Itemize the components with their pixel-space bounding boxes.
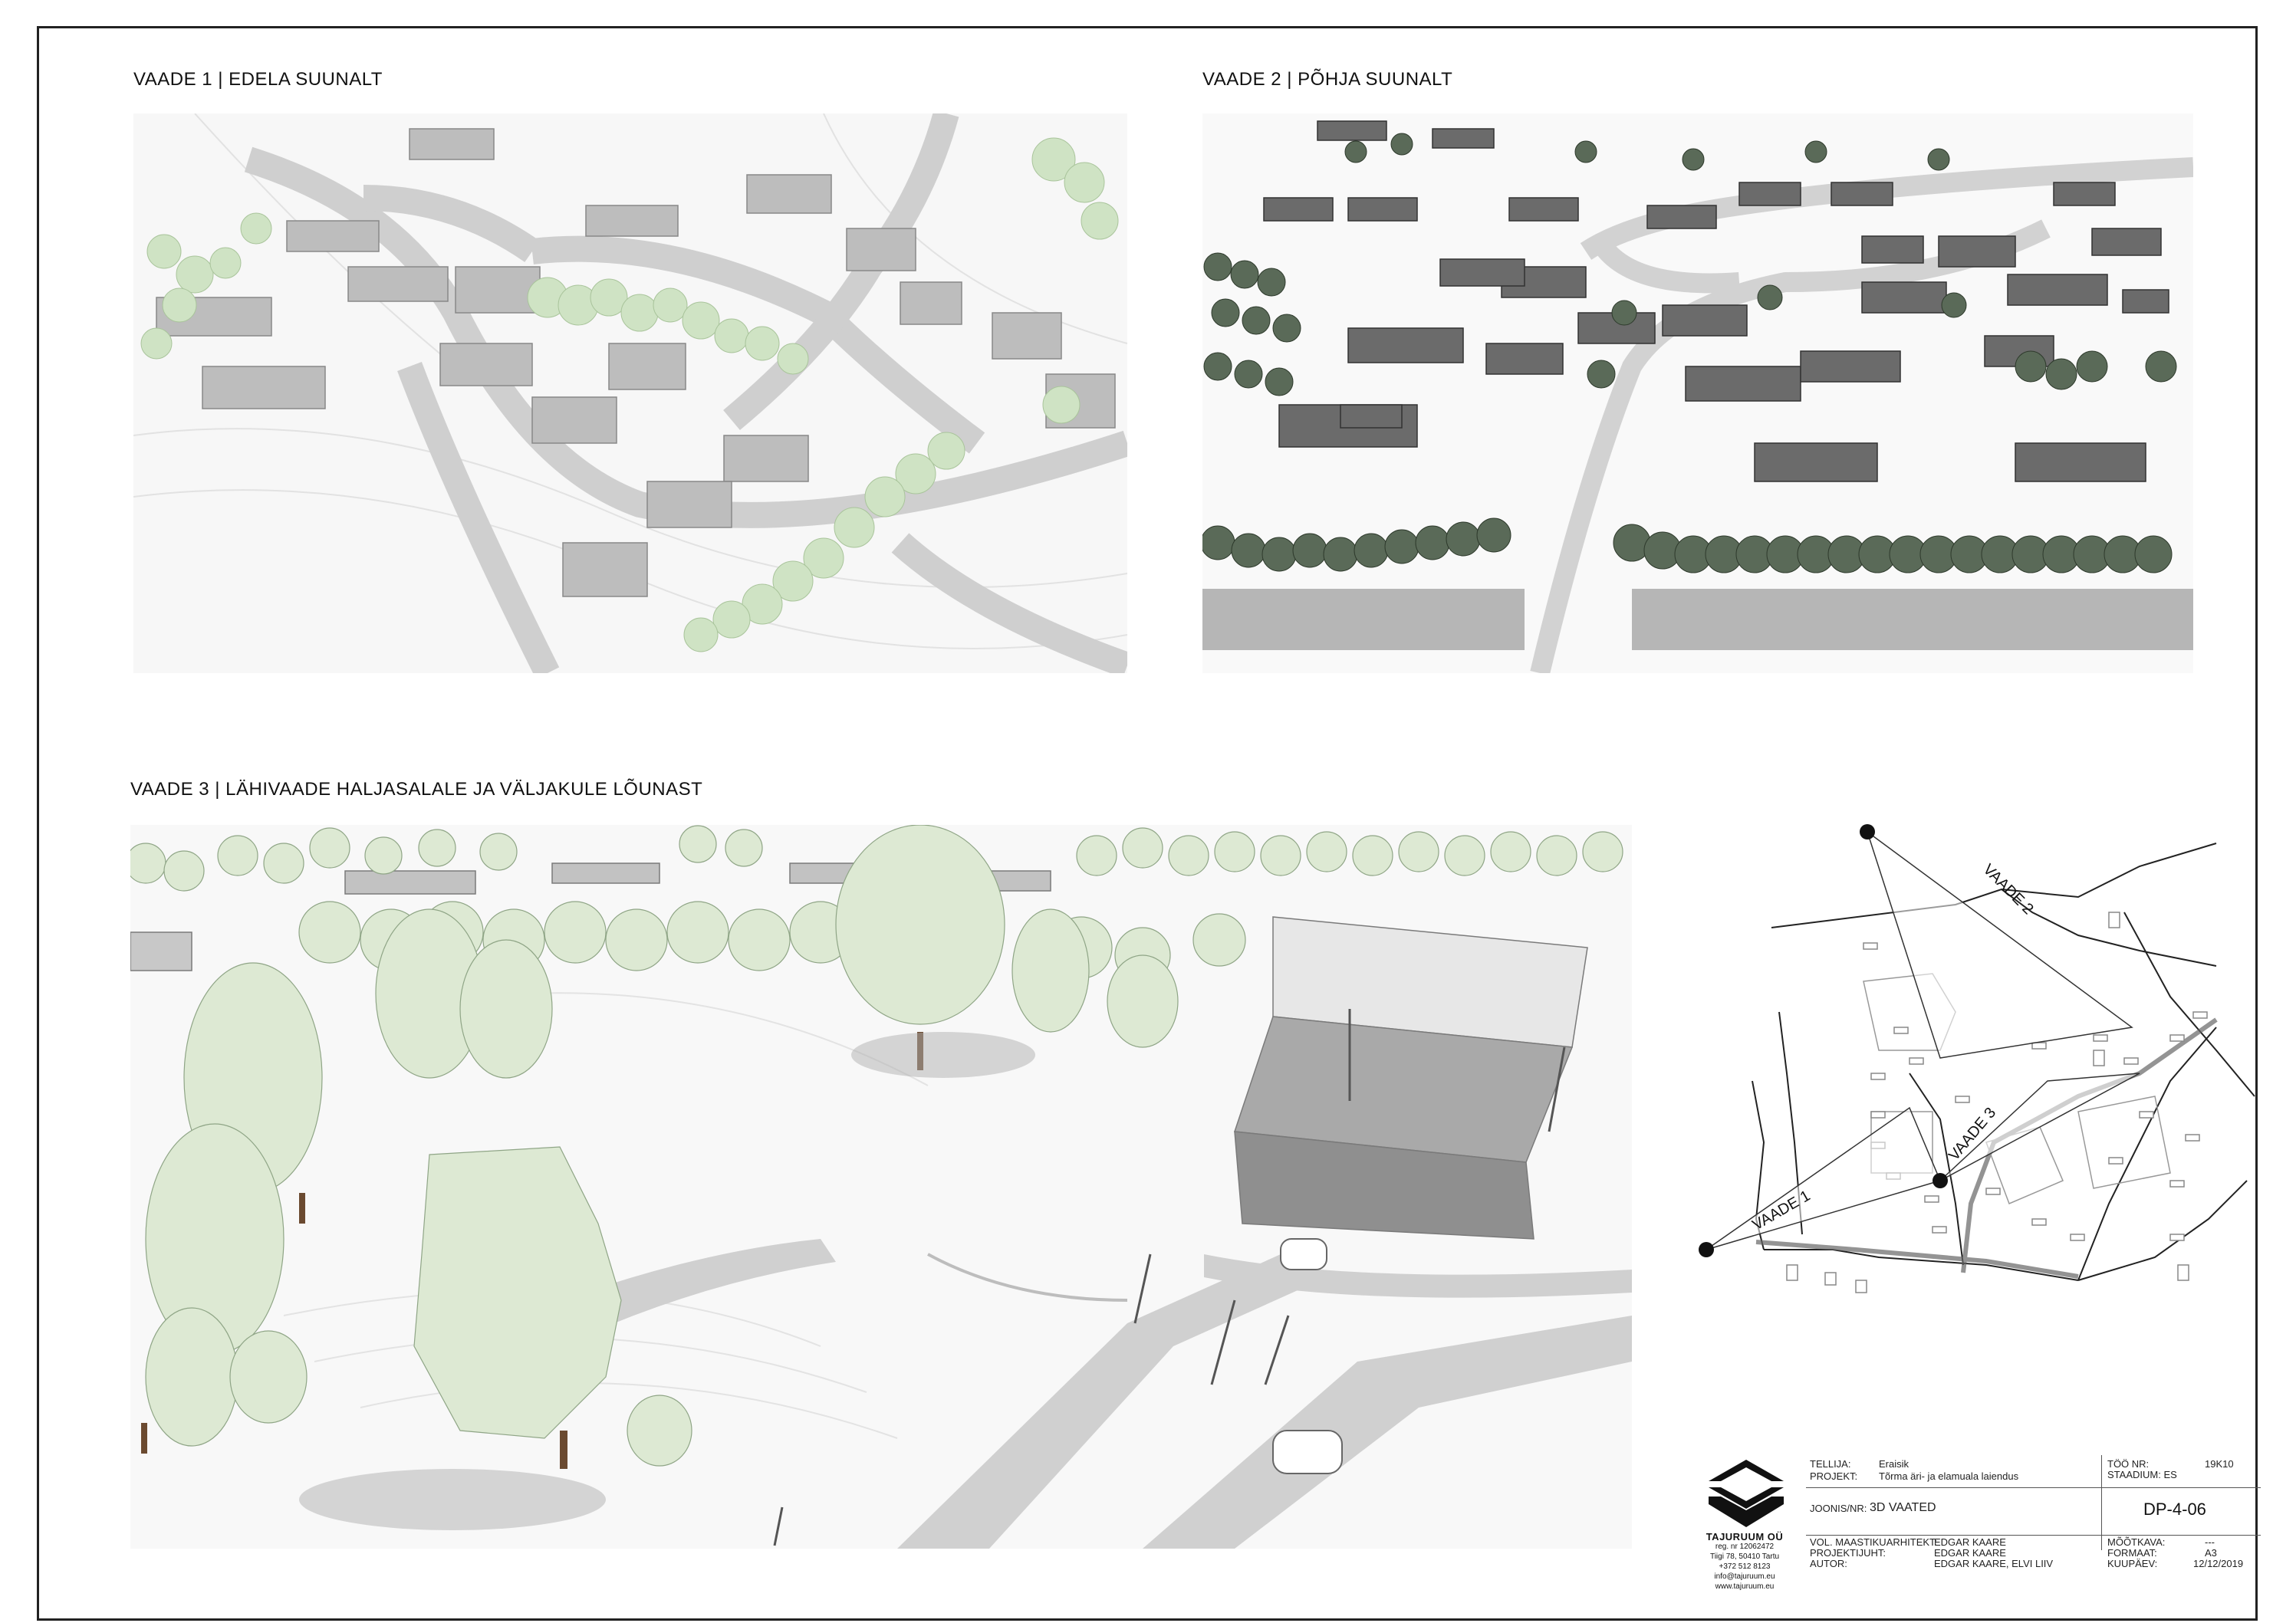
view-2-render — [1202, 113, 2193, 673]
joonis-value: 3D VAATED — [1870, 1501, 1936, 1514]
key-map: VAADE 1 VAADE 2 VAADE 3 — [1679, 820, 2262, 1319]
title-block: TELLIJA: Eraisik PROJEKT: Tõrma äri- ja … — [1702, 1455, 2261, 1569]
kuupaev-value: 12/12/2019 — [2193, 1558, 2244, 1569]
company-address: Tiigi 78, 50410 Tartu — [1709, 1552, 1780, 1561]
autor-value: EDGAR KAARE, ELVI LIIV — [1934, 1558, 2054, 1569]
joonis-label: JOONIS/NR: — [1810, 1503, 1867, 1514]
company-web: www.tajuruum.eu — [1715, 1582, 1775, 1591]
view-1-title: VAADE 1 | EDELA SUUNALT — [133, 69, 383, 90]
formaat-label: FORMAAT: — [2107, 1547, 2157, 1559]
tellija-value: Eraisik — [1879, 1458, 1909, 1470]
projektijuht-label: PROJEKTIJUHT: — [1810, 1547, 1886, 1559]
vol-maastikuarhitekt-value: EDGAR KAARE — [1934, 1536, 2006, 1548]
vol-maastikuarhitekt-label: VOL. MAASTIKUARHITEKT: — [1810, 1536, 1938, 1548]
projekt-label: PROJEKT: — [1810, 1470, 1858, 1482]
view-2-title: VAADE 2 | PÕHJA SUUNALT — [1202, 69, 1453, 90]
company-email: info@tajuruum.eu — [1714, 1572, 1775, 1581]
staadium-value: ES — [2163, 1469, 2177, 1480]
staadium-label: STAADIUM: — [2107, 1469, 2161, 1480]
mootkava-value: --- — [2205, 1536, 2215, 1548]
tellija-label: TELLIJA: — [1810, 1458, 1851, 1470]
drawing-number: DP-4-06 — [2143, 1500, 2206, 1519]
view-3-title: VAADE 3 | LÄHIVAADE HALJASALALE JA VÄLJA… — [130, 779, 703, 800]
projekt-value: Tõrma äri- ja elamuala laiendus — [1879, 1470, 2019, 1482]
autor-label: AUTOR: — [1810, 1558, 1847, 1569]
company-phone: +372 512 8123 — [1719, 1562, 1771, 1571]
keymap-label-vaade-2: VAADE 2 — [1979, 861, 2036, 918]
projektijuht-value: EDGAR KAARE — [1934, 1547, 2006, 1559]
too-nr-label: TÖÖ NR: — [2107, 1458, 2150, 1470]
too-nr-value: 19K10 — [2205, 1458, 2234, 1470]
view-1-render — [133, 113, 1127, 673]
formaat-value: A3 — [2205, 1547, 2217, 1559]
kuupaev-label: KUUPÄEV: — [2107, 1558, 2158, 1569]
view-3-render — [130, 825, 1632, 1549]
mootkava-label: MÕÕTKAVA: — [2107, 1536, 2166, 1548]
